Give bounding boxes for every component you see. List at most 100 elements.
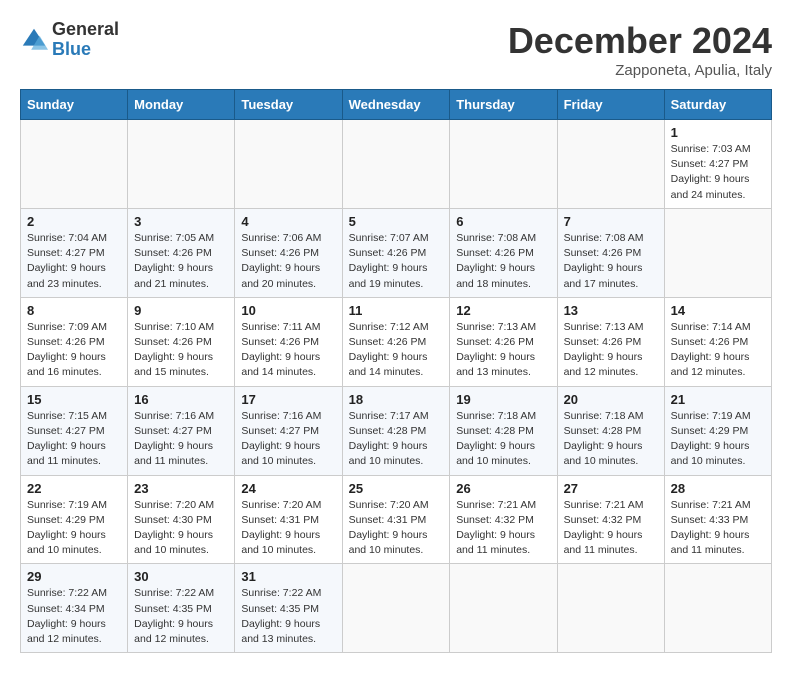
calendar-body: 1 Sunrise: 7:03 AMSunset: 4:27 PMDayligh… xyxy=(21,120,772,653)
table-row: 2 Sunrise: 7:04 AMSunset: 4:27 PMDayligh… xyxy=(21,208,128,297)
table-row: 12 Sunrise: 7:13 AMSunset: 4:26 PMDaylig… xyxy=(450,297,557,386)
calendar-table: SundayMondayTuesdayWednesdayThursdayFrid… xyxy=(20,89,772,653)
table-row xyxy=(21,120,128,209)
table-row: 7 Sunrise: 7:08 AMSunset: 4:26 PMDayligh… xyxy=(557,208,664,297)
table-row: 18 Sunrise: 7:17 AMSunset: 4:28 PMDaylig… xyxy=(342,386,450,475)
day-info: Sunrise: 7:16 AMSunset: 4:27 PMDaylight:… xyxy=(134,410,214,468)
day-number: 1 xyxy=(671,125,765,140)
month-title: December 2024 xyxy=(508,20,772,62)
table-row: 19 Sunrise: 7:18 AMSunset: 4:28 PMDaylig… xyxy=(450,386,557,475)
day-info: Sunrise: 7:21 AMSunset: 4:33 PMDaylight:… xyxy=(671,499,751,557)
day-info: Sunrise: 7:16 AMSunset: 4:27 PMDaylight:… xyxy=(241,410,321,468)
day-info: Sunrise: 7:05 AMSunset: 4:26 PMDaylight:… xyxy=(134,232,214,290)
header-day-friday: Friday xyxy=(557,90,664,120)
day-number: 28 xyxy=(671,481,765,496)
day-info: Sunrise: 7:09 AMSunset: 4:26 PMDaylight:… xyxy=(27,321,107,379)
day-info: Sunrise: 7:21 AMSunset: 4:32 PMDaylight:… xyxy=(564,499,644,557)
day-info: Sunrise: 7:22 AMSunset: 4:34 PMDaylight:… xyxy=(27,587,107,645)
day-number: 15 xyxy=(27,392,121,407)
table-row: 20 Sunrise: 7:18 AMSunset: 4:28 PMDaylig… xyxy=(557,386,664,475)
day-info: Sunrise: 7:03 AMSunset: 4:27 PMDaylight:… xyxy=(671,143,751,201)
day-number: 9 xyxy=(134,303,228,318)
day-info: Sunrise: 7:20 AMSunset: 4:31 PMDaylight:… xyxy=(241,499,321,557)
table-row: 14 Sunrise: 7:14 AMSunset: 4:26 PMDaylig… xyxy=(664,297,771,386)
day-number: 18 xyxy=(349,392,444,407)
table-row: 17 Sunrise: 7:16 AMSunset: 4:27 PMDaylig… xyxy=(235,386,342,475)
day-info: Sunrise: 7:04 AMSunset: 4:27 PMDaylight:… xyxy=(27,232,107,290)
table-row xyxy=(128,120,235,209)
page-header: General Blue December 2024 Zapponeta, Ap… xyxy=(20,20,772,79)
day-number: 29 xyxy=(27,569,121,584)
title-block: December 2024 Zapponeta, Apulia, Italy xyxy=(508,20,772,79)
day-number: 8 xyxy=(27,303,121,318)
table-row: 31 Sunrise: 7:22 AMSunset: 4:35 PMDaylig… xyxy=(235,564,342,653)
table-row xyxy=(664,564,771,653)
subtitle: Zapponeta, Apulia, Italy xyxy=(508,62,772,79)
table-row: 25 Sunrise: 7:20 AMSunset: 4:31 PMDaylig… xyxy=(342,475,450,564)
table-row: 21 Sunrise: 7:19 AMSunset: 4:29 PMDaylig… xyxy=(664,386,771,475)
day-info: Sunrise: 7:19 AMSunset: 4:29 PMDaylight:… xyxy=(27,499,107,557)
day-info: Sunrise: 7:18 AMSunset: 4:28 PMDaylight:… xyxy=(564,410,644,468)
table-row: 15 Sunrise: 7:15 AMSunset: 4:27 PMDaylig… xyxy=(21,386,128,475)
logo-icon xyxy=(20,26,48,54)
table-row xyxy=(342,564,450,653)
day-info: Sunrise: 7:06 AMSunset: 4:26 PMDaylight:… xyxy=(241,232,321,290)
day-info: Sunrise: 7:11 AMSunset: 4:26 PMDaylight:… xyxy=(241,321,320,379)
table-row xyxy=(557,564,664,653)
day-number: 12 xyxy=(456,303,550,318)
week-row-4: 15 Sunrise: 7:15 AMSunset: 4:27 PMDaylig… xyxy=(21,386,772,475)
table-row: 1 Sunrise: 7:03 AMSunset: 4:27 PMDayligh… xyxy=(664,120,771,209)
day-number: 13 xyxy=(564,303,658,318)
day-info: Sunrise: 7:17 AMSunset: 4:28 PMDaylight:… xyxy=(349,410,429,468)
table-row: 29 Sunrise: 7:22 AMSunset: 4:34 PMDaylig… xyxy=(21,564,128,653)
logo-general-text: General xyxy=(52,20,119,40)
day-number: 14 xyxy=(671,303,765,318)
calendar-header: SundayMondayTuesdayWednesdayThursdayFrid… xyxy=(21,90,772,120)
logo-blue-text: Blue xyxy=(52,40,119,60)
day-info: Sunrise: 7:07 AMSunset: 4:26 PMDaylight:… xyxy=(349,232,429,290)
day-number: 30 xyxy=(134,569,228,584)
table-row: 13 Sunrise: 7:13 AMSunset: 4:26 PMDaylig… xyxy=(557,297,664,386)
table-row xyxy=(664,208,771,297)
table-row: 11 Sunrise: 7:12 AMSunset: 4:26 PMDaylig… xyxy=(342,297,450,386)
logo: General Blue xyxy=(20,20,119,60)
table-row: 8 Sunrise: 7:09 AMSunset: 4:26 PMDayligh… xyxy=(21,297,128,386)
day-number: 31 xyxy=(241,569,335,584)
day-info: Sunrise: 7:13 AMSunset: 4:26 PMDaylight:… xyxy=(564,321,644,379)
day-info: Sunrise: 7:20 AMSunset: 4:31 PMDaylight:… xyxy=(349,499,429,557)
table-row xyxy=(450,564,557,653)
day-number: 6 xyxy=(456,214,550,229)
day-info: Sunrise: 7:22 AMSunset: 4:35 PMDaylight:… xyxy=(134,587,214,645)
week-row-1: 1 Sunrise: 7:03 AMSunset: 4:27 PMDayligh… xyxy=(21,120,772,209)
day-info: Sunrise: 7:19 AMSunset: 4:29 PMDaylight:… xyxy=(671,410,751,468)
day-info: Sunrise: 7:12 AMSunset: 4:26 PMDaylight:… xyxy=(349,321,429,379)
day-number: 27 xyxy=(564,481,658,496)
header-row: SundayMondayTuesdayWednesdayThursdayFrid… xyxy=(21,90,772,120)
day-info: Sunrise: 7:08 AMSunset: 4:26 PMDaylight:… xyxy=(564,232,644,290)
table-row xyxy=(342,120,450,209)
day-number: 16 xyxy=(134,392,228,407)
table-row: 30 Sunrise: 7:22 AMSunset: 4:35 PMDaylig… xyxy=(128,564,235,653)
week-row-6: 29 Sunrise: 7:22 AMSunset: 4:34 PMDaylig… xyxy=(21,564,772,653)
header-day-monday: Monday xyxy=(128,90,235,120)
header-day-thursday: Thursday xyxy=(450,90,557,120)
week-row-3: 8 Sunrise: 7:09 AMSunset: 4:26 PMDayligh… xyxy=(21,297,772,386)
table-row: 22 Sunrise: 7:19 AMSunset: 4:29 PMDaylig… xyxy=(21,475,128,564)
day-number: 4 xyxy=(241,214,335,229)
day-info: Sunrise: 7:13 AMSunset: 4:26 PMDaylight:… xyxy=(456,321,536,379)
table-row: 9 Sunrise: 7:10 AMSunset: 4:26 PMDayligh… xyxy=(128,297,235,386)
table-row: 16 Sunrise: 7:16 AMSunset: 4:27 PMDaylig… xyxy=(128,386,235,475)
table-row: 6 Sunrise: 7:08 AMSunset: 4:26 PMDayligh… xyxy=(450,208,557,297)
header-day-wednesday: Wednesday xyxy=(342,90,450,120)
table-row xyxy=(450,120,557,209)
day-number: 7 xyxy=(564,214,658,229)
day-number: 26 xyxy=(456,481,550,496)
header-day-saturday: Saturday xyxy=(664,90,771,120)
table-row: 10 Sunrise: 7:11 AMSunset: 4:26 PMDaylig… xyxy=(235,297,342,386)
day-info: Sunrise: 7:18 AMSunset: 4:28 PMDaylight:… xyxy=(456,410,536,468)
table-row: 5 Sunrise: 7:07 AMSunset: 4:26 PMDayligh… xyxy=(342,208,450,297)
day-number: 23 xyxy=(134,481,228,496)
day-info: Sunrise: 7:14 AMSunset: 4:26 PMDaylight:… xyxy=(671,321,751,379)
day-info: Sunrise: 7:10 AMSunset: 4:26 PMDaylight:… xyxy=(134,321,214,379)
table-row xyxy=(557,120,664,209)
